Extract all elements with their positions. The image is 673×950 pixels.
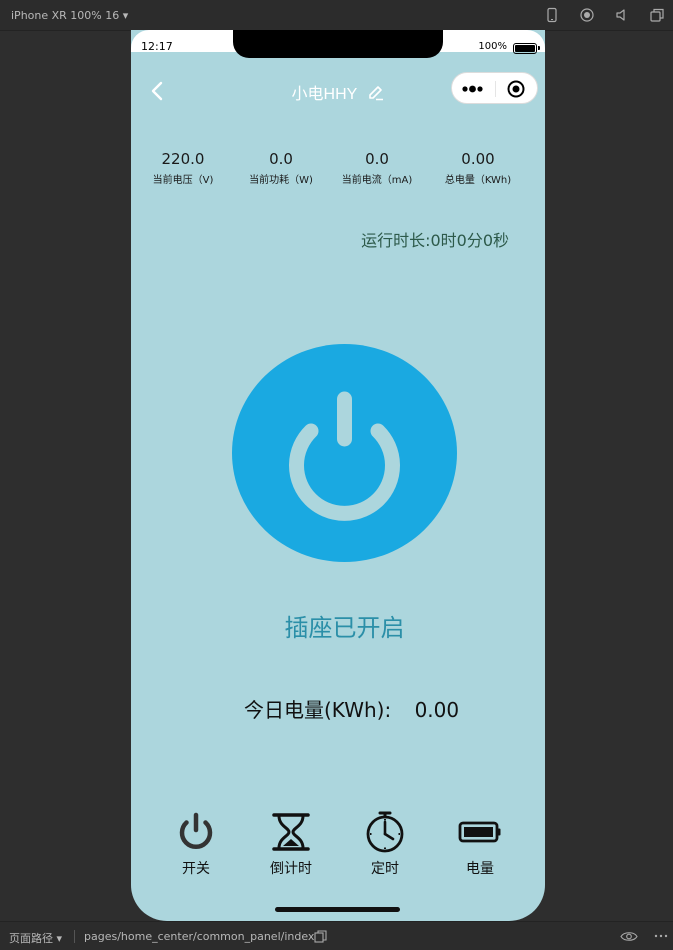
device-selector[interactable]: iPhone XR 100% 16 ▾ — [11, 9, 128, 22]
voltage-reading: 220.0 当前电压（V) — [133, 150, 233, 186]
window-icon[interactable] — [649, 7, 665, 23]
hourglass-icon — [272, 813, 310, 851]
miniprogram-capsule — [451, 72, 538, 104]
status-time: 12:17 — [141, 40, 173, 53]
current-value: 0.0 — [365, 150, 389, 168]
power-value: 0.0 — [269, 150, 293, 168]
close-target-icon[interactable] — [506, 79, 526, 99]
voltage-value: 220.0 — [161, 150, 205, 168]
copy-icon[interactable] — [314, 930, 327, 943]
current-reading: 0.0 当前电流（mA) — [327, 150, 427, 186]
tab-energy[interactable]: 电量 — [440, 810, 520, 878]
power-reading: 0.0 当前功耗（W) — [231, 150, 331, 186]
total-energy-reading: 0.00 总电量（KWh) — [428, 150, 528, 186]
record-icon[interactable] — [579, 7, 595, 23]
current-label: 当前电流（mA) — [341, 175, 413, 186]
today-energy-label: 今日电量(KWh): — [244, 698, 392, 722]
page-path-label[interactable]: 页面路径 ▾ — [9, 930, 62, 946]
power-label: 当前功耗（W) — [249, 175, 313, 186]
power-icon — [179, 812, 213, 850]
tab-countdown[interactable]: 倒计时 — [251, 810, 331, 878]
tab-countdown-label: 倒计时 — [270, 861, 312, 877]
readings-row: 220.0 当前电压（V) 0.0 当前功耗（W) 0.0 当前电流（mA) 0… — [131, 150, 545, 190]
socket-status-text: 插座已开启 — [284, 614, 405, 642]
capsule-divider — [495, 81, 496, 97]
tab-switch-label: 开关 — [182, 861, 210, 877]
today-energy: 今日电量(KWh): 0.00 — [244, 694, 459, 723]
notch — [233, 30, 443, 58]
run-time-text: 运行时长:0时0分0秒 — [361, 231, 509, 250]
more-dots-icon[interactable] — [462, 82, 486, 96]
today-energy-value: 0.00 — [414, 698, 460, 722]
tab-energy-label: 电量 — [466, 861, 494, 877]
total-energy-label: 总电量（KWh) — [444, 175, 512, 186]
more-icon[interactable] — [654, 931, 668, 941]
page-path-value: pages/home_center/common_panel/index — [84, 930, 315, 943]
tab-timer-label: 定时 — [371, 861, 399, 877]
stopwatch-icon — [366, 811, 404, 853]
tab-switch[interactable]: 开关 — [156, 810, 236, 878]
power-toggle-button[interactable] — [232, 344, 457, 562]
devtools-path-bar: 页面路径 ▾ pages/home_center/common_panel/in… — [0, 921, 673, 950]
voltage-label: 当前电压（V) — [152, 175, 214, 186]
devtools-toolbar: iPhone XR 100% 16 ▾ — [0, 0, 673, 31]
volume-icon[interactable] — [614, 7, 630, 23]
phone-icon[interactable] — [544, 7, 560, 23]
battery-status-icon — [513, 43, 540, 54]
power-icon — [289, 391, 400, 521]
phone-screen: 12:17 100% 小电HHY 220.0 当前电压（V) 0.0 当前功耗（… — [131, 30, 545, 921]
battery-percent: 100% — [478, 41, 507, 52]
device-name: 小电HHY — [291, 86, 358, 103]
home-indicator[interactable] — [275, 907, 400, 912]
path-divider — [74, 930, 75, 943]
status-bar: 12:17 100% — [131, 30, 545, 58]
eye-icon[interactable] — [620, 930, 638, 943]
tab-timer[interactable]: 定时 — [345, 810, 425, 878]
edit-icon[interactable] — [367, 84, 384, 101]
total-energy-value: 0.00 — [461, 150, 495, 168]
toolbar-icons — [544, 7, 665, 23]
battery-icon — [458, 821, 501, 843]
